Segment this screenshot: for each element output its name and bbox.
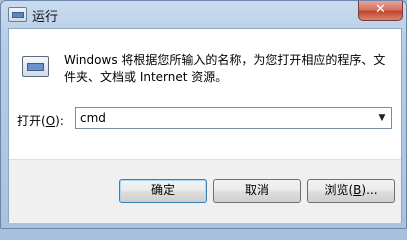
- dialog-client-area: Windows 将根据您所输入的名称，为您打开相应的程序、文件夹、文档或 Int…: [8, 28, 402, 223]
- open-input[interactable]: [80, 109, 365, 127]
- dialog-content: Windows 将根据您所输入的名称，为您打开相应的程序、文件夹、文档或 Int…: [9, 29, 401, 159]
- title-bar[interactable]: 运行 ✕: [1, 1, 406, 28]
- run-dialog-window: 运行 ✕ Windows 将根据您所输入的名称，为您打开相应的程序、文件夹、文档…: [0, 0, 407, 229]
- window-title: 运行: [32, 10, 59, 25]
- close-button[interactable]: ✕: [358, 1, 403, 21]
- open-label-prefix: 打开(: [17, 114, 46, 128]
- open-label-suffix: ):: [55, 114, 64, 128]
- browse-label-prefix: 浏览(: [324, 183, 354, 197]
- chevron-down-icon[interactable]: ▼: [373, 108, 391, 128]
- cancel-button[interactable]: 取消: [213, 179, 301, 203]
- run-program-icon: [22, 56, 49, 77]
- open-label-accesskey: O: [45, 114, 56, 128]
- open-combobox[interactable]: ▼: [75, 107, 392, 129]
- dialog-description: Windows 将根据您所输入的名称，为您打开相应的程序、文件夹、文档或 Int…: [64, 53, 386, 84]
- run-app-icon: [8, 7, 27, 22]
- browse-label-suffix: )...: [361, 183, 378, 197]
- ok-button[interactable]: 确定: [119, 179, 207, 203]
- open-label: 打开(O):: [17, 112, 64, 129]
- browse-button[interactable]: 浏览(B)...: [307, 179, 395, 203]
